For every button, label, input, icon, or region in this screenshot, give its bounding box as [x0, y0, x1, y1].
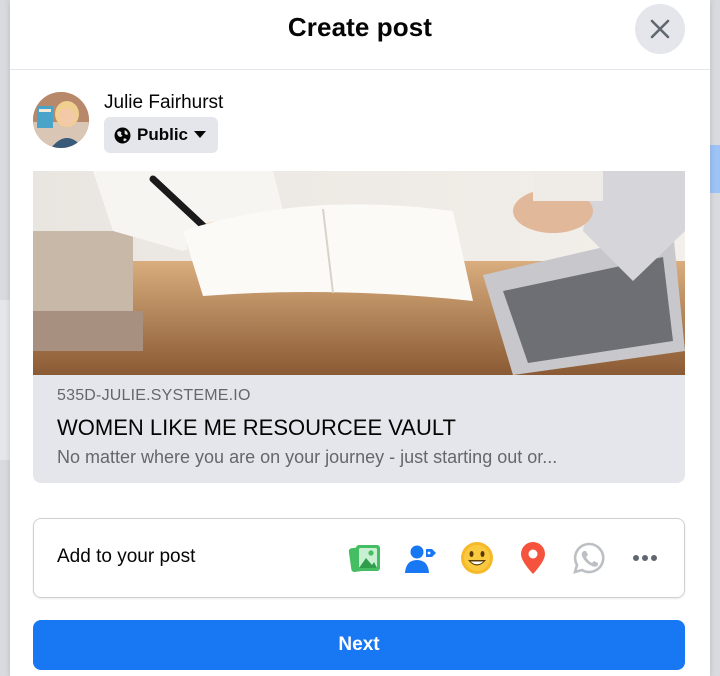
next-button[interactable]: Next: [33, 620, 685, 670]
dialog-header: Create post: [10, 0, 710, 70]
check-in-icon: [521, 542, 545, 574]
background-tab: [710, 145, 720, 193]
add-to-post-label: Add to your post: [57, 546, 196, 567]
globe-icon: [114, 127, 131, 143]
link-description: No matter where you are on your journey …: [57, 447, 558, 467]
whatsapp-button[interactable]: [570, 539, 608, 577]
more-options-button[interactable]: [626, 539, 664, 577]
close-icon: [650, 19, 670, 39]
photo-video-button[interactable]: [346, 539, 384, 577]
link-preview-meta: 535D-JULIE.SYSTEME.IO WOMEN LIKE ME RESO…: [33, 375, 685, 483]
check-in-button[interactable]: [514, 539, 552, 577]
tag-people-button[interactable]: [402, 539, 440, 577]
feeling-icon: [461, 542, 493, 574]
more-icon: [633, 555, 657, 561]
background-page-left: [0, 0, 10, 676]
audience-selector[interactable]: Public: [104, 117, 219, 153]
link-preview-card[interactable]: 535D-JULIE.SYSTEME.IO WOMEN LIKE ME RESO…: [33, 171, 685, 483]
link-preview-image: [33, 171, 685, 375]
feeling-activity-button[interactable]: [458, 539, 496, 577]
author-name[interactable]: Julie Fairhurst: [104, 92, 223, 114]
avatar[interactable]: [33, 92, 89, 148]
dialog-title: Create post: [287, 12, 433, 42]
background-strip: [0, 300, 10, 460]
background-page-right: [710, 0, 720, 676]
audience-label: Public: [137, 125, 189, 144]
link-domain: 535D-JULIE.SYSTEME.IO: [57, 387, 251, 404]
tag-people-icon: [405, 545, 436, 573]
whatsapp-icon: [573, 542, 605, 574]
link-title: WOMEN LIKE ME RESOURCEE VAULT: [57, 415, 456, 440]
close-button[interactable]: [635, 4, 685, 54]
caret-down-icon: [194, 131, 207, 138]
add-to-post-panel: Add to your post: [33, 518, 685, 598]
photo-video-icon: [348, 545, 380, 573]
create-post-dialog: Create post Julie Fairhurst Public 535D-…: [10, 0, 710, 676]
